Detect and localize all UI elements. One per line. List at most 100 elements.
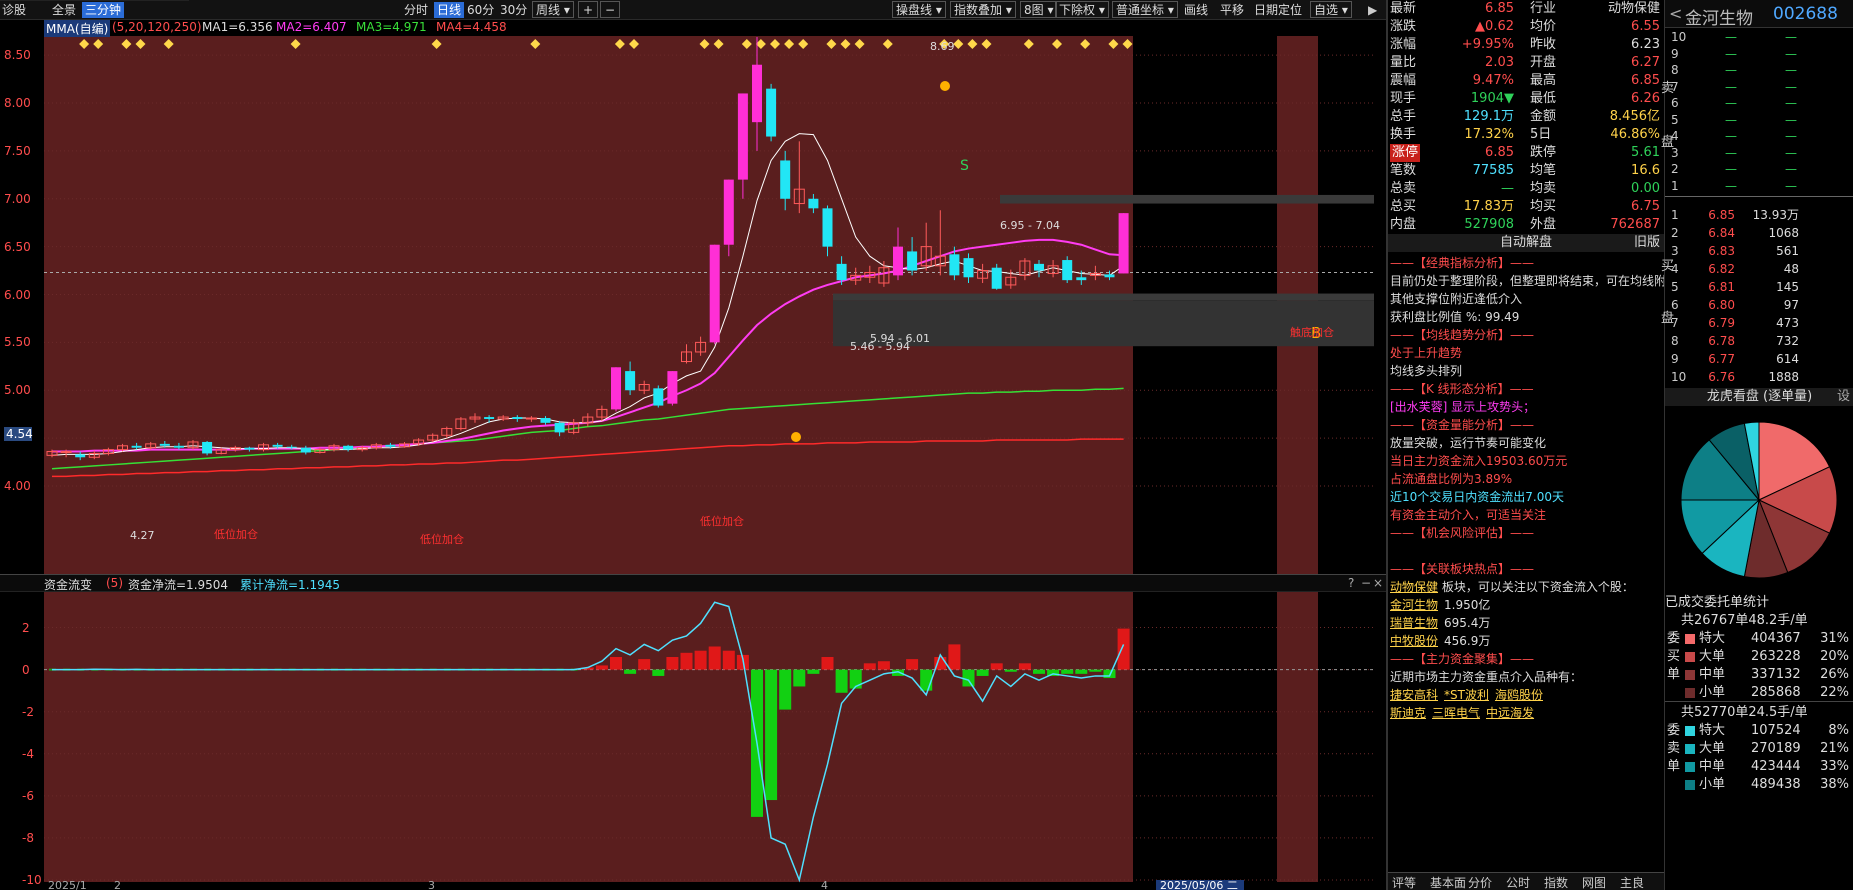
focus-stock-link[interactable]: 中远海发 [1486, 706, 1534, 720]
flow-bar [1103, 669, 1116, 679]
sector-text: 板块，可以关注以下资金流入个股： [1438, 580, 1634, 594]
ma1-value: MA1=6.356 [202, 20, 273, 34]
buy-side-label-row: 单 [1665, 666, 1853, 684]
price-tick: 7.00 [4, 191, 31, 206]
indicator-bar: 资金流变 (5) 资金净流=1.9504 累计净流=1.1945 ? − × [0, 574, 1386, 592]
indicator-tick: 2 [22, 620, 30, 635]
indicator-selector[interactable]: MMA(自编) [44, 20, 111, 37]
price-tick: 5.50 [4, 335, 31, 350]
stock-link[interactable]: 瑞普生物 [1390, 616, 1438, 630]
quote-value: ▲0.62 [1475, 19, 1514, 34]
indicator-tick: -8 [22, 830, 34, 845]
quote-label-2: 最高 [1530, 73, 1557, 88]
analysis-line: ——【资金量能分析】—— [1390, 418, 1535, 432]
quote-value: +9.95% [1461, 37, 1514, 52]
candle [780, 160, 791, 199]
ma-params: (5,20,120,250) [112, 20, 202, 34]
candle [949, 254, 960, 276]
flow-bar [1018, 663, 1031, 670]
quote-value-2: 16.6 [1631, 163, 1660, 178]
level-volume: 614 [1776, 352, 1799, 366]
focus-stock-link[interactable]: 三晖电气 [1432, 706, 1480, 720]
main-chart-canvas[interactable]: 8.694.276.95 - 7.045.94 - 6.015.46 - 5.9… [0, 0, 1386, 890]
quote-value: 129.1万 [1463, 109, 1514, 124]
quote-value: 6.85 [1485, 1, 1514, 16]
candle [554, 422, 565, 433]
focus-stock-link[interactable]: *ST波利 [1444, 688, 1489, 702]
quote-row: 总卖 — 均卖 0.00 [1388, 180, 1664, 198]
buy-level: 5 6.81 145 [1665, 278, 1853, 296]
stock-link[interactable]: 中牧股份 [1390, 634, 1438, 648]
bottom-tab[interactable]: 公时 [1506, 874, 1530, 890]
bottom-tab[interactable]: 网图 [1582, 874, 1606, 890]
analysis-line: ——【K 线形态分析】—— [1390, 382, 1534, 396]
indicator-net: 资金净流=1.9504 [128, 578, 229, 592]
candle [343, 445, 354, 450]
level-volume: — [1785, 112, 1797, 127]
quote-label: 现手 [1390, 91, 1417, 106]
quote-label: 换手 [1390, 127, 1417, 142]
back-icon[interactable]: < [1669, 4, 1682, 23]
flow-bar [863, 663, 876, 670]
quote-label-2: 均价 [1530, 19, 1557, 34]
old-version-link[interactable]: 旧版 [1634, 234, 1660, 252]
level-price: — [1725, 112, 1737, 127]
dragon-settings[interactable]: 设 [1837, 388, 1850, 406]
candle [836, 263, 847, 281]
level-volume: 1888 [1768, 370, 1799, 384]
bottom-tab[interactable]: 分价 [1468, 874, 1492, 890]
sector-name[interactable]: 动物保健 [1390, 580, 1438, 594]
bottom-tab[interactable]: 基本面 [1430, 874, 1466, 890]
sell-level: 5 — — [1665, 112, 1853, 128]
bottom-tab[interactable]: 主良 [1620, 874, 1644, 890]
bottom-tab[interactable]: 评等 [1392, 874, 1416, 890]
stock-link[interactable]: 金河生物 [1390, 598, 1438, 612]
buy-label-1: 买 [1661, 259, 1675, 274]
focus-stock-link[interactable]: 斯迪克 [1390, 706, 1426, 720]
buy-text: 触底加仓 [1290, 325, 1334, 339]
quote-label-2: 外盘 [1530, 217, 1557, 232]
quote-value-2: 6.55 [1631, 19, 1660, 34]
quote-value-2: 6.23 [1631, 37, 1660, 52]
bottom-tab[interactable]: 指数 [1544, 874, 1568, 890]
indicator-param: (5) [106, 576, 123, 590]
analysis-line: 近10个交易日内资金流出7.00天 [1390, 490, 1564, 504]
quote-value: 1904▼ [1470, 91, 1514, 106]
flow-bar [1075, 669, 1088, 674]
quote-value: 77585 [1472, 163, 1514, 178]
focus-stock-link[interactable]: 捷安高科 [1390, 688, 1438, 702]
quote-label: 内盘 [1390, 217, 1417, 232]
quote-panel: 最新 6.85 行业 动物保健 涨跌 ▲0.62 均价 6.55 涨幅 +9.95% 昨收 6.23 量… [1388, 0, 1666, 890]
buy-level: 1 6.85 13.93万 [1665, 206, 1853, 224]
minimize-icon[interactable]: − [1361, 576, 1371, 590]
quote-label-2: 5日 [1530, 127, 1552, 142]
candle [808, 198, 819, 209]
support-zone-1 [833, 293, 1374, 301]
resistance-zone [1000, 194, 1374, 204]
book-divider [1665, 196, 1853, 197]
candle [131, 445, 142, 448]
ma4-value: MA4=4.458 [436, 20, 507, 34]
quote-value: 527908 [1464, 217, 1514, 232]
level-volume: — [1785, 46, 1797, 61]
sell-label-row: 卖 [1661, 80, 1853, 98]
close-icon[interactable]: × [1373, 576, 1383, 590]
level-volume: 13.93万 [1752, 208, 1799, 222]
quote-row: 现手 1904▼ 最低 6.26 [1388, 90, 1664, 108]
indicator-name[interactable]: 资金流变 [44, 576, 92, 593]
candle [709, 244, 720, 343]
focus-stock-link[interactable]: 海鸥股份 [1495, 688, 1543, 702]
analysis-line: 有资金主动介入，可适当关注 [1390, 508, 1547, 522]
level-volume: — [1785, 162, 1797, 176]
quote-value-2: 46.86% [1610, 127, 1660, 142]
sell-side-label: 卖 [1667, 741, 1681, 756]
sell-stat-row: 小单 489438 38% [1665, 776, 1853, 794]
mark-text-1: 低位加仓 [214, 527, 258, 541]
level-volume: — [1785, 30, 1797, 44]
quote-label-2: 开盘 [1530, 55, 1557, 70]
stat-pct: 38% [1820, 777, 1849, 792]
flow-bar [610, 657, 622, 670]
flow-bar [877, 661, 890, 670]
help-icon[interactable]: ? [1348, 576, 1354, 590]
quote-value: 2.03 [1485, 55, 1514, 70]
